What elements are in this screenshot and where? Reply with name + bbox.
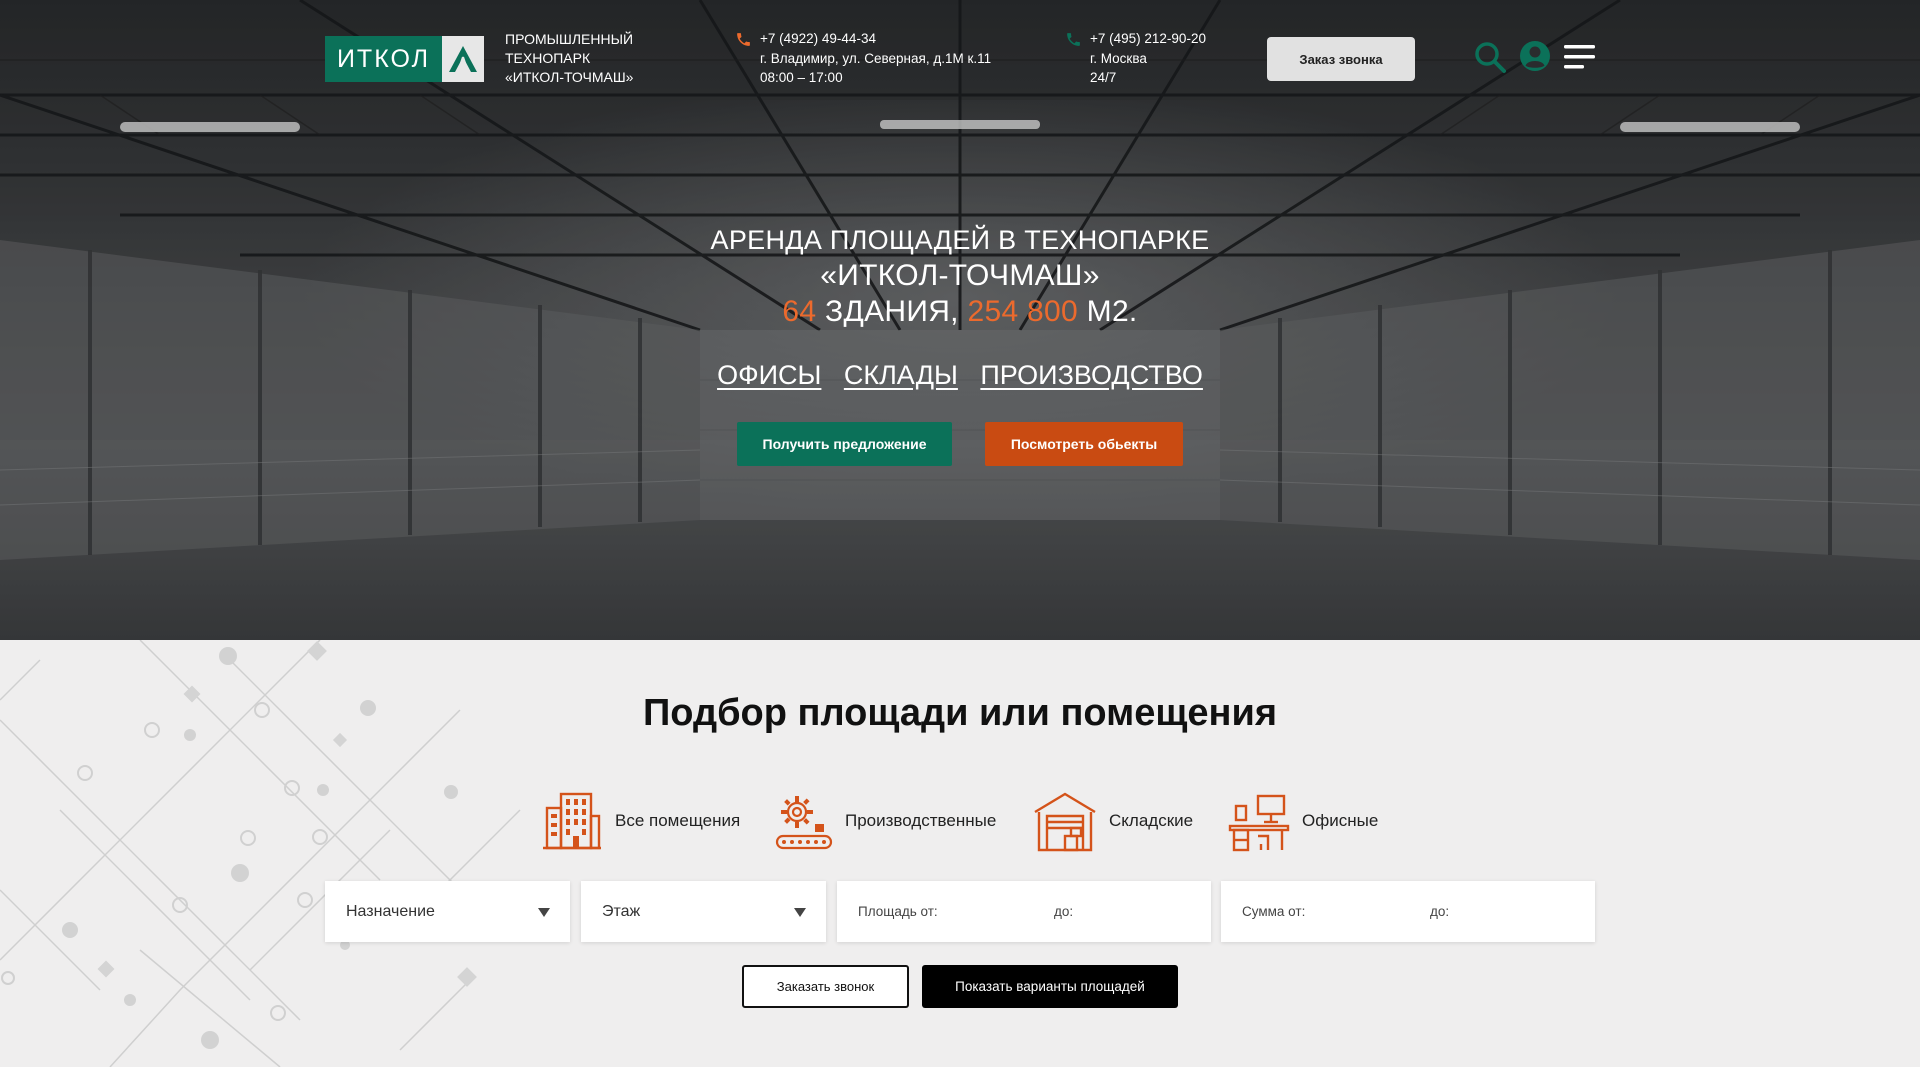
- address: г. Владимир, ул. Северная, д.1М к.11: [760, 50, 992, 66]
- selection-title: Подбор площади или помещения: [642, 692, 1278, 734]
- buildings-label: ЗДАНИЯ,: [825, 295, 959, 328]
- link-production[interactable]: ПРОИЗВОДСТВО: [980, 360, 1203, 390]
- sum-from-label: Сумма от:: [1242, 904, 1306, 919]
- area-range-input[interactable]: Площадь от: до:: [837, 881, 1211, 942]
- category-production[interactable]: Производственные: [775, 790, 996, 852]
- hero-title: АРЕНДА ПЛОЩАДЕЙ В ТЕХНОПАРКЕ «ИТКОЛ-ТОЧМ…: [0, 222, 1920, 330]
- get-offer-button[interactable]: Получить предложение: [737, 422, 952, 466]
- gear-conveyor-icon: [775, 796, 833, 850]
- contact-moscow: +7 (495) 212-90-20 г. Москва 24/7: [1067, 29, 1206, 88]
- hero-section: ИТКОЛ ПРОМЫШЛЕННЫЙ ТЕХНОПАРК «ИТКОЛ-ТОЧМ…: [0, 0, 1920, 640]
- link-offices[interactable]: ОФИСЫ: [717, 360, 821, 390]
- show-options-button[interactable]: Показать варианты площадей: [922, 965, 1178, 1008]
- park-name-line2: ТЕХНОПАРК: [505, 50, 591, 66]
- user-account-icon[interactable]: [1519, 40, 1551, 72]
- search-icon[interactable]: [1473, 40, 1507, 74]
- hero-stats: 64 ЗДАНИЯ, 254 800 М2.: [0, 294, 1920, 330]
- chevron-down-icon: [794, 908, 806, 917]
- area-to-label: до:: [1054, 904, 1074, 919]
- logo-text: ИТКОЛ: [325, 36, 442, 82]
- park-name-line1: ПРОМЫШЛЕННЫЙ: [505, 31, 634, 47]
- area-value: 254 800: [967, 295, 1079, 328]
- office-desk-icon: [1228, 794, 1290, 852]
- category-warehouse-label: Складские: [1109, 811, 1194, 830]
- sum-to-label: до:: [1430, 904, 1450, 919]
- phone-number[interactable]: +7 (4922) 49-44-34: [760, 29, 991, 49]
- phone-icon: [1067, 33, 1080, 46]
- warehouse-icon: [1034, 792, 1096, 852]
- order-call-button[interactable]: Заказать звонок: [742, 965, 909, 1008]
- park-name-line3: «ИТКОЛ-ТОЧМАШ»: [505, 69, 634, 85]
- building-icon: [543, 792, 601, 850]
- purpose-select[interactable]: Назначение: [325, 881, 570, 942]
- area-unit: М2.: [1086, 295, 1138, 328]
- link-warehouses[interactable]: СКЛАДЫ: [844, 360, 958, 390]
- park-name: ПРОМЫШЛЕННЫЙ ТЕХНОПАРК «ИТКОЛ-ТОЧМАШ»: [505, 30, 665, 87]
- work-hours: 24/7: [1090, 70, 1117, 85]
- work-hours: 08:00 – 17:00: [760, 70, 843, 85]
- category-production-label: Производственные: [845, 811, 997, 830]
- category-office[interactable]: Офисные: [1228, 790, 1378, 852]
- chevron-down-icon: [538, 908, 550, 917]
- contact-vladimir: +7 (4922) 49-44-34 г. Владимир, ул. Севе…: [737, 29, 992, 88]
- phone-number[interactable]: +7 (495) 212-90-20: [1090, 29, 1206, 49]
- city: г. Москва: [1090, 50, 1147, 66]
- category-all-label: Все помещения: [615, 811, 741, 830]
- floor-select[interactable]: Этаж: [581, 881, 826, 942]
- area-from-label: Площадь от:: [858, 904, 938, 919]
- phone-icon: [737, 33, 750, 46]
- logo-mark-icon: [442, 36, 484, 82]
- callback-button[interactable]: Заказ звонка: [1267, 37, 1415, 81]
- site-header: ИТКОЛ ПРОМЫШЛЕННЫЙ ТЕХНОПАРК «ИТКОЛ-ТОЧМ…: [0, 0, 1920, 110]
- logo[interactable]: ИТКОЛ: [325, 36, 484, 82]
- hero-title-line2: «ИТКОЛ-ТОЧМАШ»: [820, 259, 1100, 292]
- category-office-label: Офисные: [1302, 811, 1379, 830]
- category-warehouse[interactable]: Складские: [1033, 790, 1193, 852]
- buildings-count: 64: [782, 295, 817, 328]
- view-objects-button[interactable]: Посмотреть обьекты: [985, 422, 1183, 466]
- sum-range-input[interactable]: Сумма от: до:: [1221, 881, 1595, 942]
- floor-placeholder: Этаж: [602, 902, 641, 920]
- hero-links: ОФИСЫ СКЛАДЫ ПРОИЗВОДСТВО: [0, 360, 1920, 391]
- purpose-placeholder: Назначение: [346, 902, 435, 920]
- hamburger-menu-icon[interactable]: [1564, 44, 1596, 70]
- category-all[interactable]: Все помещения: [541, 790, 740, 852]
- hero-title-line1: АРЕНДА ПЛОЩАДЕЙ В ТЕХНОПАРКЕ: [710, 225, 1210, 255]
